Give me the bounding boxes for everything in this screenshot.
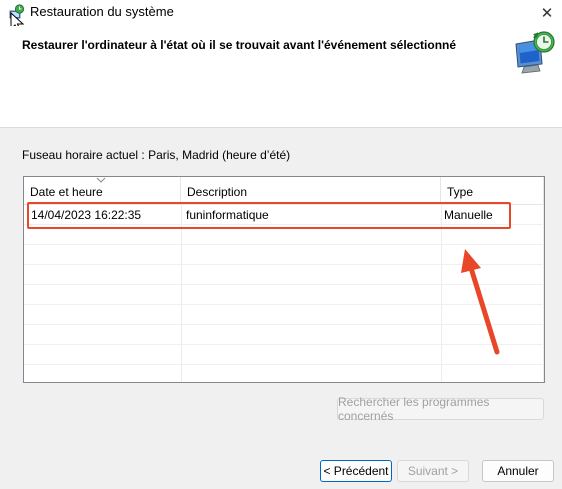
window-title: Restauration du système [30, 4, 174, 19]
row-date: 14/04/2023 16:22:35 [31, 208, 142, 222]
header-panel: Restaurer l'ordinateur à l'état où il se… [0, 26, 562, 128]
row-type: Manuelle [444, 208, 493, 222]
header-title: Restaurer l'ordinateur à l'état où il se… [22, 38, 457, 52]
close-icon: ✕ [540, 5, 554, 22]
title-bar: Restauration du système ✕ [0, 0, 562, 26]
table-row[interactable]: 14/04/2023 16:22:35 funinformatique Manu… [24, 205, 544, 225]
list-header: Date et heure Description Type [24, 177, 544, 205]
next-button[interactable]: Suivant > [397, 460, 469, 482]
system-restore-window: Restauration du système ✕ Restaurer l'or… [0, 0, 562, 489]
cancel-button[interactable]: Annuler [482, 460, 554, 482]
column-description-label: Description [187, 185, 248, 199]
column-date-label: Date et heure [30, 185, 103, 199]
list-body: 14/04/2023 16:22:35 funinformatique Manu… [24, 205, 544, 382]
timezone-label: Fuseau horaire actuel : Paris, Madrid (h… [22, 148, 291, 162]
sort-descending-icon [96, 177, 106, 183]
column-header-type[interactable]: Type [441, 177, 544, 205]
column-type-label: Type [447, 185, 474, 199]
system-restore-monitor-icon [515, 31, 555, 74]
column-header-date[interactable]: Date et heure [24, 177, 181, 205]
restore-points-list[interactable]: Date et heure Description Type 14/04/202… [23, 176, 545, 383]
column-header-description[interactable]: Description [181, 177, 441, 205]
row-description: funinformatique [186, 208, 269, 222]
back-button[interactable]: < Précédent [320, 460, 392, 482]
close-button[interactable]: ✕ [532, 0, 562, 26]
scan-affected-programs-button[interactable]: Rechercher les programmes concernés [337, 395, 544, 423]
